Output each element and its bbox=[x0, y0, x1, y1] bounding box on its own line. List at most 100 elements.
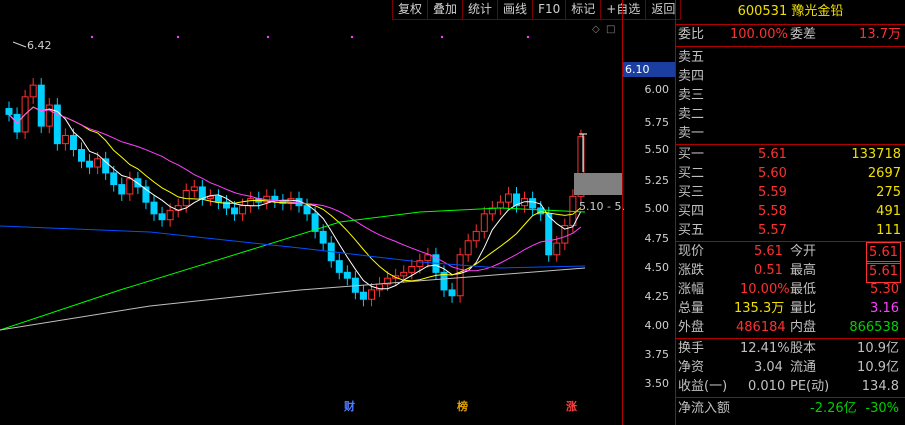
mark-button[interactable]: 标记 bbox=[565, 0, 602, 20]
up-candle bbox=[247, 198, 255, 207]
ask-label: 卖三 bbox=[678, 88, 705, 103]
down-candle bbox=[150, 201, 158, 215]
eps-value: 0.010 bbox=[748, 379, 786, 394]
up-candle bbox=[29, 84, 37, 98]
down-candle bbox=[319, 230, 327, 244]
down-candle bbox=[158, 213, 166, 221]
statistics-button[interactable]: 统计 bbox=[462, 0, 499, 20]
list-marker[interactable]: 榜 bbox=[457, 398, 468, 414]
net-assets-label: 净资 bbox=[678, 360, 705, 375]
axis-tick: 3.50 bbox=[644, 377, 670, 390]
change-label: 涨跌 bbox=[678, 263, 705, 278]
bid-label: 买四 bbox=[678, 204, 705, 219]
diamond-icon[interactable]: ◇ bbox=[592, 24, 600, 35]
up-candle bbox=[400, 271, 408, 277]
net-assets-value: 3.04 bbox=[754, 360, 783, 375]
price-axis: 6.10 6.00 5.75 5.50 5.25 5.00 4.75 4.50 … bbox=[622, 0, 675, 425]
kline-chart-area[interactable]: 6.42 5.10 - 5. 财 榜 涨 ◇ □ bbox=[0, 0, 675, 425]
net-inflow-label: 净流入额 bbox=[678, 401, 731, 416]
stock-name: 豫光金铅 bbox=[791, 4, 844, 19]
pe-value: 134.8 bbox=[861, 379, 899, 394]
low-label: 最低 bbox=[790, 282, 817, 297]
ma5-line bbox=[8, 106, 582, 290]
change-value: 0.51 bbox=[754, 263, 783, 278]
axis-tick: 5.50 bbox=[644, 143, 670, 156]
up-candle bbox=[553, 242, 561, 256]
bid-volume: 491 bbox=[876, 204, 901, 219]
order-diff-label: 委差 bbox=[790, 27, 817, 42]
quote-panel: 600531 豫光金铅 委比 100.00% 委差 13.7万 卖五 卖四 卖三… bbox=[675, 0, 905, 425]
finance-marker[interactable]: 财 bbox=[344, 398, 355, 414]
dot-marker bbox=[350, 35, 354, 39]
order-diff-value: 13.7万 bbox=[859, 27, 901, 42]
high-pointer bbox=[12, 41, 27, 48]
up-candle bbox=[472, 230, 480, 242]
dot-marker bbox=[440, 35, 444, 39]
current-price-tag: 6.10 bbox=[623, 62, 675, 77]
up-candle bbox=[166, 209, 174, 221]
axis-tick: 5.25 bbox=[644, 174, 670, 187]
bid-volume: 2697 bbox=[867, 166, 901, 181]
up-candle bbox=[464, 240, 472, 256]
square-icon[interactable]: □ bbox=[606, 24, 615, 35]
bid-row[interactable]: 买二 5.60 2697 bbox=[678, 164, 903, 184]
net-inflow-value: -2.26亿 bbox=[810, 401, 857, 416]
kline-chart[interactable] bbox=[0, 0, 622, 425]
volume-ratio-label: 量比 bbox=[790, 301, 817, 316]
stock-code: 600531 bbox=[737, 4, 788, 19]
stock-title[interactable]: 600531 豫光金铅 bbox=[676, 0, 905, 25]
bid-price: 5.61 bbox=[758, 147, 787, 162]
bid-price: 5.58 bbox=[758, 204, 787, 219]
ask-label: 卖四 bbox=[678, 69, 705, 84]
change-pct-label: 涨幅 bbox=[678, 282, 705, 297]
down-candle bbox=[110, 172, 118, 186]
price-range-box bbox=[574, 173, 622, 195]
axis-tick: 6.00 bbox=[644, 83, 670, 96]
bid-row[interactable]: 买三 5.59 275 bbox=[678, 183, 903, 203]
axis-tick: 4.75 bbox=[644, 232, 670, 245]
down-candle bbox=[37, 84, 45, 127]
axis-tick: 3.75 bbox=[644, 348, 670, 361]
axis-tick: 4.25 bbox=[644, 290, 670, 303]
bid-row[interactable]: 买一 5.61 133718 bbox=[678, 145, 903, 165]
bid-label: 买一 bbox=[678, 147, 705, 162]
dot-marker bbox=[266, 35, 270, 39]
outer-volume-label: 外盘 bbox=[678, 320, 705, 335]
f10-button[interactable]: F10 bbox=[532, 0, 567, 20]
inner-volume-value: 866538 bbox=[849, 320, 899, 335]
high-label: 最高 bbox=[790, 263, 817, 278]
net-inflow-pct: -30% bbox=[865, 401, 899, 416]
overlay-button[interactable]: 叠加 bbox=[427, 0, 464, 20]
down-candle bbox=[69, 134, 77, 151]
bid-row[interactable]: 买四 5.58 491 bbox=[678, 202, 903, 222]
limit-up-marker[interactable]: 涨 bbox=[566, 398, 577, 414]
bid-label: 买二 bbox=[678, 166, 705, 181]
float-shares-label: 流通 bbox=[790, 360, 817, 375]
eps-label: 收益(一) bbox=[678, 379, 728, 394]
up-candle bbox=[408, 266, 416, 273]
down-candle bbox=[5, 108, 13, 115]
dot-marker bbox=[176, 35, 180, 39]
ask-label: 卖一 bbox=[678, 126, 705, 141]
down-candle bbox=[343, 271, 351, 279]
axis-tick: 4.00 bbox=[644, 319, 670, 332]
current-price-value: 5.61 bbox=[754, 244, 783, 259]
up-candle bbox=[456, 254, 464, 297]
down-candle bbox=[86, 160, 94, 168]
share-capital-label: 股本 bbox=[790, 341, 817, 356]
restore-rights-button[interactable]: 复权 bbox=[392, 0, 429, 20]
bid-label: 买三 bbox=[678, 185, 705, 200]
down-candle bbox=[303, 205, 311, 215]
order-ratio-label: 委比 bbox=[678, 27, 705, 42]
down-candle bbox=[102, 158, 110, 174]
volume-ratio-value: 3.16 bbox=[870, 301, 899, 316]
draw-line-button[interactable]: 画线 bbox=[497, 0, 534, 20]
up-candle bbox=[368, 289, 375, 300]
ask-label: 卖五 bbox=[678, 50, 705, 65]
bid-row[interactable]: 买五 5.57 111 bbox=[678, 221, 903, 241]
down-candle bbox=[231, 207, 239, 215]
dot-marker bbox=[90, 35, 94, 39]
high-price-label: 6.42 bbox=[27, 39, 52, 52]
down-candle bbox=[78, 149, 85, 162]
open-label: 今开 bbox=[790, 244, 817, 259]
